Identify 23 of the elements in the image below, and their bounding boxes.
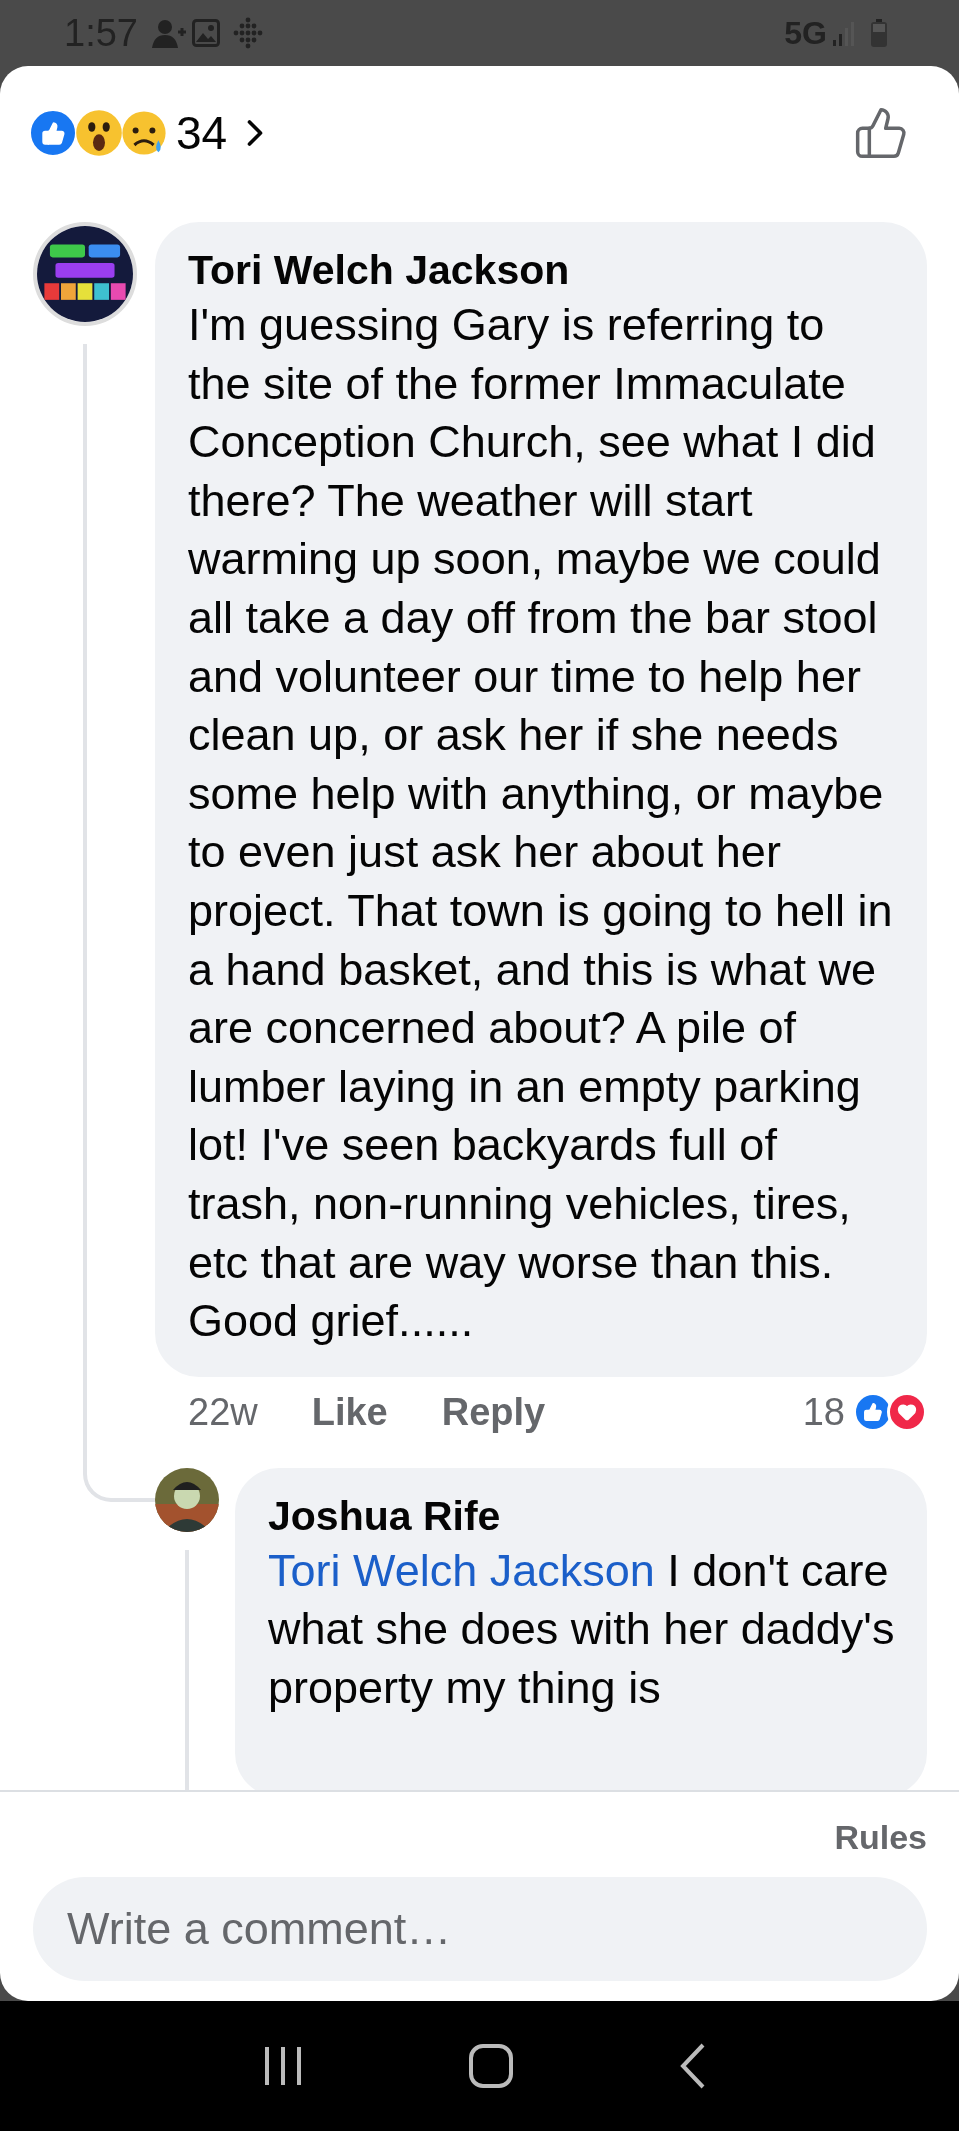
comment-author[interactable]: Tori Welch Jackson [188, 244, 897, 296]
reaction-count[interactable]: 34 [176, 106, 228, 160]
recent-apps-icon[interactable] [263, 2045, 304, 2087]
mention-link[interactable]: Tori Welch Jackson [268, 1544, 655, 1596]
image-icon [191, 19, 220, 47]
reaction-total: 18 [802, 1390, 845, 1434]
dots-grid-icon [231, 17, 264, 49]
signal-icon [833, 20, 855, 46]
reply-author[interactable]: Joshua Rife [268, 1489, 897, 1542]
home-icon[interactable] [469, 2044, 514, 2088]
battery-icon [871, 19, 887, 47]
comment-input[interactable]: Write a comment… [33, 1877, 927, 1981]
thumbs-up-icon[interactable] [853, 105, 909, 161]
comment-time: 22w [188, 1390, 258, 1434]
comment-action[interactable]: Like [311, 1390, 388, 1434]
comment-action[interactable]: Reply [441, 1390, 546, 1434]
reply-text: Tori Welch Jackson I don't care what she does with her daddy's property my thing is [268, 1543, 896, 1715]
surprised-emoji-icon [75, 109, 123, 157]
back-icon[interactable] [679, 2043, 706, 2089]
sad-emoji-icon [120, 109, 168, 157]
person-add-icon [151, 18, 186, 48]
rules-link[interactable]: Rules [834, 1818, 927, 1857]
comment-text: I'm guessing Gary is referring to the site of the former Immaculate Conception Church, see what I did there? The weather will start warming up soon, maybe we could all take a day off from the bar stool and volunteer our time to help her clean up, or ask her if she needs some help with anything, or maybe to even just ask her about her project. That town is going to hell in a hand basket, and this is what we are concerned about? A pile of lumber laying in an empty parking lot! I've seen backyards full of trash, non-running vehicles, tires, etc that are way worse than this. Good grief...... [188, 298, 894, 1349]
